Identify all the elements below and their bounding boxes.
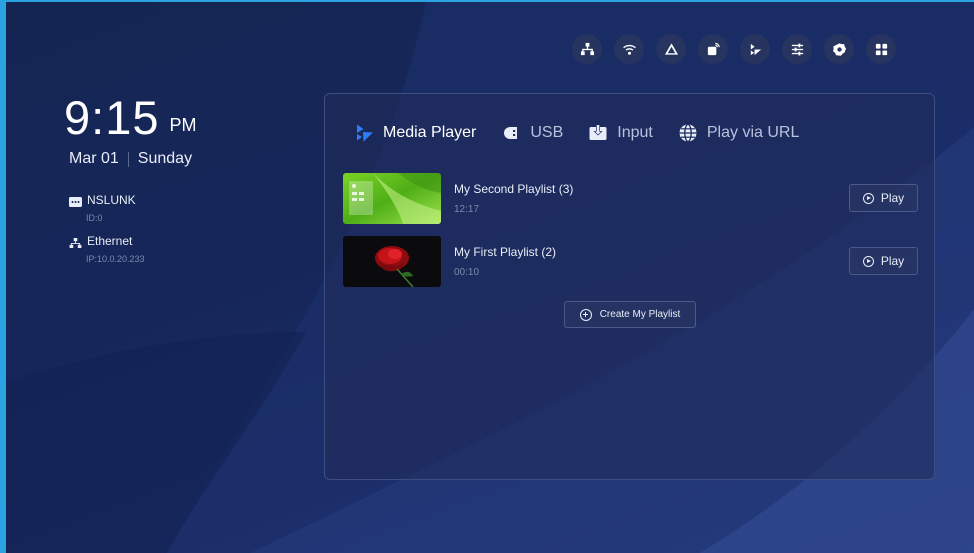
sliders-icon[interactable]	[782, 34, 812, 64]
ethernet-icon	[69, 237, 82, 248]
play-icon	[862, 255, 874, 267]
playlist-duration: 00:10	[454, 267, 480, 278]
clock-ampm: PM	[169, 115, 197, 135]
create-playlist-label: Create My Playlist	[599, 309, 681, 320]
create-playlist-button[interactable]: Create My Playlist	[564, 301, 696, 328]
clock-time: 9:15	[64, 91, 160, 144]
globe-icon	[677, 122, 699, 144]
screen-lock-icon[interactable]	[698, 34, 728, 64]
tab-play-via-url-label: Play via URL	[706, 124, 800, 141]
apps-grid-icon[interactable]	[866, 34, 896, 64]
ethernet-ip: IP:10.0.20.233	[86, 254, 145, 264]
device-icon	[69, 196, 82, 207]
playlist-thumbnail	[343, 236, 441, 287]
play-button[interactable]: Play	[849, 247, 918, 275]
device-name: NSLUNK	[87, 193, 136, 207]
tab-input[interactable]: Input	[587, 122, 653, 144]
media-panel: Media Player USB Input Play via URL My S…	[324, 93, 935, 480]
device-info: NSLUNK ID:0	[69, 193, 136, 223]
input-icon	[587, 122, 609, 144]
clock: 9:15 PM	[64, 94, 196, 141]
date: Mar 01 Sunday	[69, 150, 192, 168]
ethernet-name: Ethernet	[87, 234, 133, 248]
playlist-thumbnail	[343, 173, 441, 224]
gear-icon[interactable]	[824, 34, 854, 64]
weekday-text: Sunday	[137, 150, 193, 167]
tab-usb[interactable]: USB	[500, 122, 563, 144]
network-icon[interactable]	[572, 34, 602, 64]
play-button-label: Play	[880, 191, 905, 205]
date-text: Mar 01	[69, 150, 119, 167]
cast-icon[interactable]	[656, 34, 686, 64]
home-screen: 9:15 PM Mar 01 Sunday NSLUNK ID:0 Ethern…	[0, 0, 974, 553]
usb-icon	[500, 122, 522, 144]
device-id: ID:0	[86, 213, 103, 223]
plus-circle-icon	[579, 308, 592, 321]
media-player-icon	[353, 122, 375, 144]
source-tabs: Media Player USB Input Play via URL	[353, 122, 823, 144]
tab-input-label: Input	[617, 124, 653, 141]
tab-play-via-url[interactable]: Play via URL	[677, 122, 799, 144]
play-button[interactable]: Play	[849, 184, 918, 212]
playlist-item[interactable]: My Second Playlist (3) 12:17 Play	[343, 173, 918, 225]
play-icon	[862, 192, 874, 204]
playlist-title: My Second Playlist (3)	[454, 182, 574, 196]
wifi-icon[interactable]	[614, 34, 644, 64]
date-separator	[127, 151, 129, 167]
playlist-item[interactable]: My First Playlist (2) 00:10 Play	[343, 236, 918, 288]
play-button-label: Play	[880, 254, 905, 268]
playlist-duration: 12:17	[454, 204, 480, 215]
playlist-title: My First Playlist (2)	[454, 245, 556, 259]
media-player-icon[interactable]	[740, 34, 770, 64]
ethernet-info: Ethernet IP:10.0.20.233	[69, 234, 145, 264]
tab-media-player-label: Media Player	[383, 124, 477, 141]
tab-media-player[interactable]: Media Player	[353, 122, 476, 144]
status-bar	[572, 34, 896, 64]
tab-usb-label: USB	[530, 124, 564, 141]
